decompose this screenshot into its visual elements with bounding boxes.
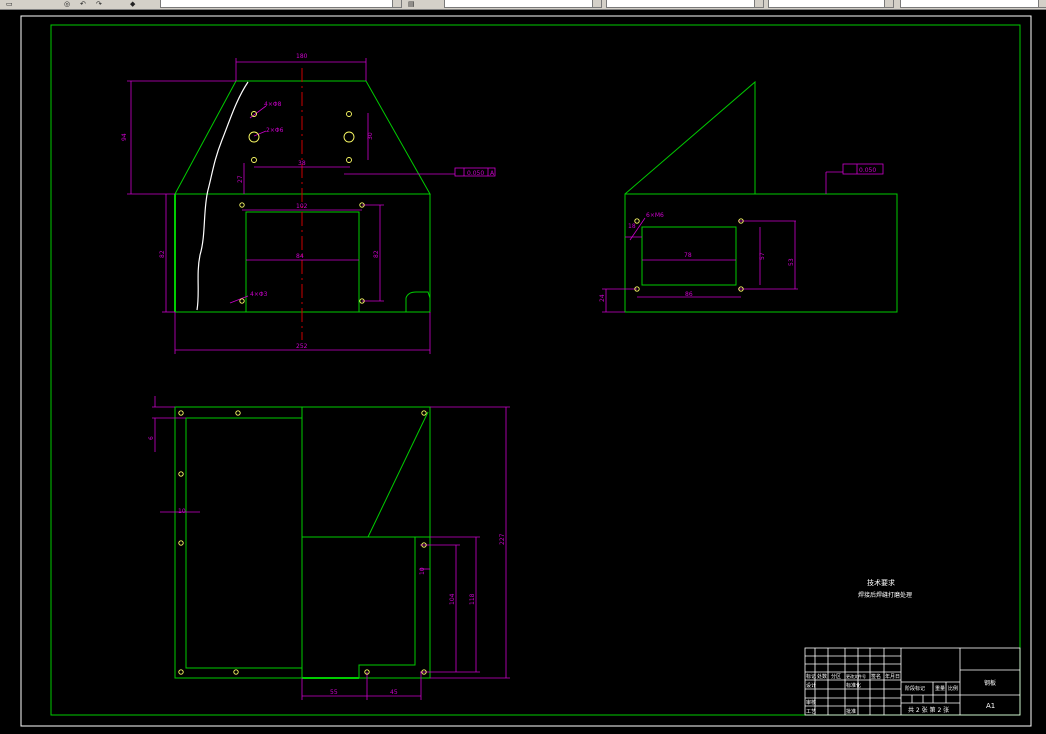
pan-icon[interactable]: ▭	[6, 0, 13, 8]
linetype-dropdown[interactable]	[606, 0, 764, 8]
toolbar: ▭ ◎ ↶ ↷ ◆ ▤	[0, 0, 1046, 10]
side-dim-small: 18	[628, 223, 636, 230]
hole-note-2: 2×Φ6	[266, 127, 284, 134]
side-dim-inner-height: 57	[759, 252, 766, 260]
dim-height-label: 94	[121, 133, 128, 141]
tb-col-date: 年月日	[885, 673, 900, 680]
drawing-canvas[interactable]: 180 94 4×Φ8 2×Φ6 30 38 27 0.050 A 102 84…	[0, 10, 1046, 730]
tb-label-process: 工艺	[806, 709, 816, 715]
tb-material: 钢板	[984, 679, 996, 687]
side-dim-bottom: 86	[685, 291, 693, 298]
redo-icon[interactable]: ↷	[96, 0, 102, 8]
dim-inner-top: 102	[296, 203, 308, 210]
tb-label-standard: 标准化	[846, 682, 861, 689]
tb-col-sign: 签名	[871, 673, 881, 680]
dim-inner-middle: 84	[296, 253, 304, 260]
tb-label-design: 设计	[806, 682, 816, 689]
side-view: 0.050 6×M6 18 78 57 53 86 24	[599, 80, 898, 313]
dim-inner-height: 82	[373, 250, 380, 258]
dim-hole-spacing: 38	[298, 160, 306, 167]
tb-col-mark: 标记	[806, 673, 816, 680]
plotstyle-dropdown[interactable]	[900, 0, 1046, 8]
tb-sheet-info: 共 2 张 第 2 张	[908, 706, 949, 714]
tech-notes-line1: 焊接后焊缝打磨处理	[858, 591, 912, 599]
top-dim-total-height: 227	[499, 533, 506, 545]
technical-notes: 技术要求 焊接后焊缝打磨处理	[858, 578, 912, 599]
tb-col-count: 处数	[817, 673, 827, 680]
layer-icon[interactable]: ◆	[130, 0, 135, 8]
tolerance-value: 0.050	[467, 170, 484, 177]
dim-left-height: 82	[159, 250, 166, 258]
tb-col-change: 更改文件号	[846, 673, 866, 679]
dim-hole-vertical: 30	[367, 132, 374, 140]
top-dim-small-right: 10	[419, 567, 426, 575]
side-hole-note: 6×M6	[646, 212, 664, 219]
undo-icon[interactable]: ↶	[80, 0, 86, 8]
side-dim-outer-height: 53	[788, 258, 795, 266]
front-view: 180 94 4×Φ8 2×Φ6 30 38 27 0.050 A 102 84…	[121, 53, 496, 354]
tb-col-stage: 阶段标记	[905, 685, 925, 692]
hole-note-3: 4×Φ3	[250, 291, 268, 298]
tb-scale: A1	[986, 702, 995, 710]
dim-bottom: 252	[296, 343, 308, 350]
dim-small-vertical: 27	[237, 175, 244, 183]
tb-col-weight: 重量	[935, 685, 945, 692]
dim-top-label: 180	[296, 53, 308, 60]
top-view: 6 10 227 104 118 10 55 45	[148, 396, 510, 700]
tech-notes-title: 技术要求	[867, 578, 895, 587]
side-dim-left: 24	[599, 294, 606, 302]
flatness-value: 0.050	[859, 167, 876, 174]
top-dim-bottom-a: 55	[330, 689, 338, 696]
title-block: 标记 处数 分区 更改文件号 签名 年月日 设计 标准化 审核 工艺 批准 阶段…	[804, 647, 1021, 716]
tb-col-zone: 分区	[831, 673, 841, 680]
cad-drawing: 180 94 4×Φ8 2×Φ6 30 38 27 0.050 A 102 84…	[20, 15, 1032, 727]
top-dim-inner-a: 104	[449, 593, 456, 605]
color-dropdown[interactable]	[444, 0, 602, 8]
hole-note-1: 4×Φ8	[264, 101, 282, 108]
top-dim-left-mid: 10	[178, 508, 186, 515]
lineweight-dropdown[interactable]	[768, 0, 894, 8]
top-dim-inner-b: 118	[469, 593, 476, 605]
tb-label-check: 审核	[806, 699, 816, 706]
side-dim-inner-width: 78	[684, 252, 692, 259]
top-dim-left-top: 6	[148, 436, 155, 440]
zoom-icon[interactable]: ◎	[64, 0, 70, 8]
drawing-frame	[50, 24, 1021, 716]
tb-col-ratio: 比例	[948, 685, 958, 692]
tb-label-approve: 批准	[846, 708, 856, 715]
top-dim-bottom-b: 45	[390, 689, 398, 696]
layer-properties-icon[interactable]: ▤	[408, 0, 415, 8]
layer-dropdown[interactable]	[160, 0, 402, 8]
sheet-border	[20, 15, 1032, 727]
